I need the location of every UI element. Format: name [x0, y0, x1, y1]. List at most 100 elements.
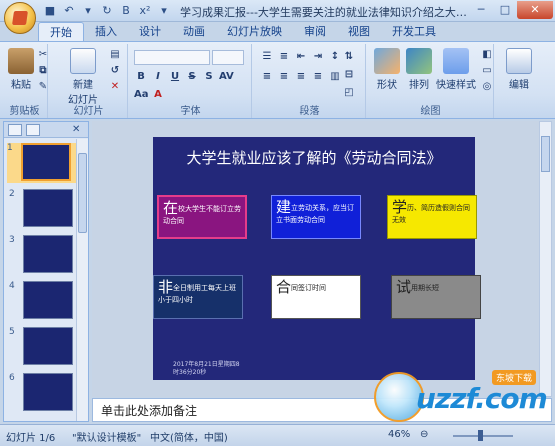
- bold-button[interactable]: B: [134, 70, 148, 84]
- slide-scrollbar-thumb[interactable]: [541, 136, 550, 172]
- align-right-icon[interactable]: ≡: [294, 70, 308, 84]
- box-initial: 在: [163, 199, 179, 217]
- clipboard-group-label: 剪贴板: [9, 106, 40, 117]
- decrease-indent-icon[interactable]: ⇤: [294, 50, 308, 64]
- new-slide-button[interactable]: 新建 幻灯片: [64, 48, 102, 106]
- undo-icon[interactable]: ↶: [61, 3, 77, 19]
- arrange-button[interactable]: 排列: [404, 48, 434, 91]
- zoom-level[interactable]: 46%: [388, 429, 410, 440]
- thumbnail-item[interactable]: 4: [9, 281, 75, 321]
- increase-indent-icon[interactable]: ⇥: [311, 50, 325, 64]
- editing-button[interactable]: 编辑: [504, 48, 534, 91]
- tab-insert[interactable]: 插入: [84, 22, 128, 42]
- tab-design[interactable]: 设计: [128, 22, 172, 42]
- language-status[interactable]: 中文(简体，中国): [150, 429, 228, 444]
- smartart-icon[interactable]: ◰: [342, 86, 356, 100]
- box-text: 同签订时间: [291, 284, 327, 292]
- close-panel-icon[interactable]: ✕: [72, 124, 84, 136]
- justify-icon[interactable]: ≡: [311, 70, 325, 84]
- outline-view-tab[interactable]: [26, 124, 40, 136]
- delete-slide-icon[interactable]: ✕: [108, 80, 122, 94]
- shapes-label: 形状: [377, 80, 397, 91]
- bold-icon[interactable]: B: [118, 3, 134, 19]
- layout-icon[interactable]: ▤: [108, 48, 122, 62]
- box-initial: 试: [396, 278, 412, 296]
- quick-styles-button[interactable]: 快速样式: [434, 48, 478, 91]
- tab-home[interactable]: 开始: [38, 22, 84, 42]
- thumbnail-item[interactable]: 3: [9, 235, 75, 275]
- bullets-icon[interactable]: ☰: [260, 50, 274, 64]
- content-box[interactable]: 学历、简历造假则合同无效: [387, 195, 477, 239]
- content-box[interactable]: 合同签订时间: [271, 275, 361, 319]
- reset-icon[interactable]: ↺: [108, 64, 122, 78]
- customize-qat-icon[interactable]: ▾: [156, 3, 172, 19]
- office-button[interactable]: [4, 2, 36, 34]
- tab-view[interactable]: 视图: [337, 22, 381, 42]
- shape-fill-icon[interactable]: ◧: [480, 48, 494, 62]
- slide-scrollbar[interactable]: [539, 121, 552, 397]
- shapes-button[interactable]: 形状: [372, 48, 402, 91]
- save-icon[interactable]: ■: [42, 3, 58, 19]
- columns-icon[interactable]: ▥: [328, 70, 342, 84]
- watermark: uzzf.com 东坡下载: [374, 368, 554, 430]
- tab-developer[interactable]: 开发工具: [381, 22, 447, 42]
- format-painter-icon[interactable]: ✎: [36, 80, 50, 94]
- numbering-icon[interactable]: ≡: [277, 50, 291, 64]
- content-box[interactable]: 非全日制用工每天上班小于四小时: [153, 275, 243, 319]
- zoom-slider-handle[interactable]: [478, 430, 483, 441]
- thumbnail-item[interactable]: 1: [7, 143, 77, 183]
- font-color-button[interactable]: A: [151, 88, 165, 102]
- content-box[interactable]: 建立劳动关系，应当订立书面劳动合同: [271, 195, 361, 239]
- paragraph-group: ☰ ≡ ⇤ ⇥ ↕ ≡ ≡ ≡ ≡ ▥ ⇅ ⊟ ◰ 段落: [254, 44, 366, 118]
- shape-outline-icon[interactable]: ▭: [480, 64, 494, 78]
- redo-icon[interactable]: ↻: [99, 3, 115, 19]
- italic-button[interactable]: I: [151, 70, 165, 84]
- maximize-button[interactable]: □: [493, 1, 517, 19]
- strikethrough-button[interactable]: S: [185, 70, 199, 84]
- align-center-icon[interactable]: ≡: [277, 70, 291, 84]
- panel-scrollbar-thumb[interactable]: [78, 153, 87, 233]
- thumbnail-item[interactable]: 6: [9, 373, 75, 413]
- thumbnail-item[interactable]: 5: [9, 327, 75, 367]
- content-box[interactable]: 在校大学生不能订立劳动合同: [157, 195, 247, 239]
- zoom-slider[interactable]: [453, 435, 513, 437]
- zoom-out-icon[interactable]: ⊖: [420, 429, 428, 440]
- underline-button[interactable]: U: [168, 70, 182, 84]
- close-button[interactable]: ✕: [517, 1, 553, 19]
- line-spacing-icon[interactable]: ↕: [328, 50, 342, 64]
- thumbnail-number: 1: [7, 143, 13, 153]
- slide-title[interactable]: 大学生就业应该了解的《劳动合同法》: [153, 147, 475, 168]
- copy-icon[interactable]: ⧉: [36, 64, 50, 78]
- box-initial: 学: [392, 198, 408, 216]
- paste-label: 粘贴: [11, 80, 31, 91]
- font-group: B I U S S AV Aa A 字体: [130, 44, 252, 118]
- text-direction-icon[interactable]: ⇅: [342, 50, 356, 64]
- dropdown-icon[interactable]: ▾: [80, 3, 96, 19]
- tab-slideshow[interactable]: 幻灯片放映: [216, 22, 293, 42]
- spacing-button[interactable]: AV: [219, 70, 234, 84]
- box-initial: 建: [276, 198, 292, 216]
- minimize-button[interactable]: ─: [469, 1, 493, 19]
- change-case-button[interactable]: Aa: [134, 88, 149, 102]
- font-size-dropdown[interactable]: [212, 50, 244, 65]
- ribbon-tabs: 开始 插入 设计 动画 幻灯片放映 审阅 视图 开发工具: [38, 22, 447, 42]
- align-text-icon[interactable]: ⊟: [342, 68, 356, 82]
- align-left-icon[interactable]: ≡: [260, 70, 274, 84]
- new-slide-icon: [70, 48, 96, 74]
- shape-effects-icon[interactable]: ◎: [480, 80, 494, 94]
- quick-access-toolbar: ■ ↶ ▾ ↻ B x² ▾: [42, 3, 172, 19]
- slide-footer-date: 2017年8月21日星期四8时36分20秒: [173, 361, 240, 376]
- tab-animation[interactable]: 动画: [172, 22, 216, 42]
- thumbnail-item[interactable]: 2: [9, 189, 75, 229]
- content-box[interactable]: 试用期长短: [391, 275, 481, 319]
- cut-icon[interactable]: ✂: [36, 48, 50, 62]
- font-name-dropdown[interactable]: [134, 50, 210, 65]
- shadow-button[interactable]: S: [202, 70, 216, 84]
- paste-button[interactable]: 粘贴: [6, 48, 36, 91]
- slides-view-tab[interactable]: [8, 124, 22, 136]
- tab-review[interactable]: 审阅: [293, 22, 337, 42]
- panel-scrollbar[interactable]: [76, 139, 88, 421]
- superscript-icon[interactable]: x²: [137, 3, 153, 19]
- current-slide[interactable]: 大学生就业应该了解的《劳动合同法》 在校大学生不能订立劳动合同 建立劳动关系，应…: [153, 137, 481, 380]
- theme-name[interactable]: "默认设计模板": [72, 429, 141, 444]
